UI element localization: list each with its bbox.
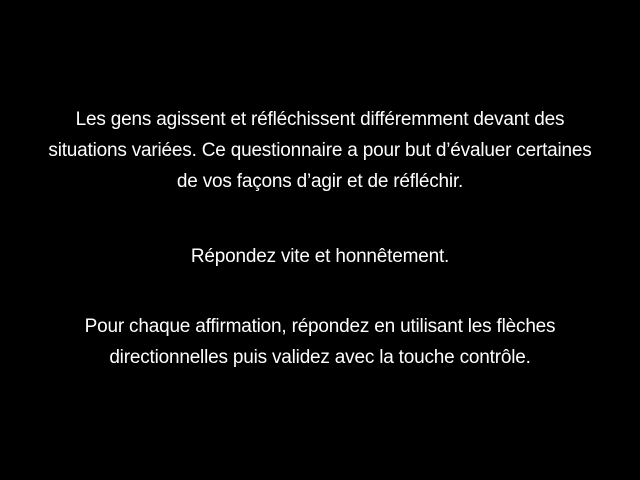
- answer-instruction-line: Répondez vite et honnêtement.: [190, 246, 450, 267]
- controls-line-2: directionnelles puis validez avec la tou…: [109, 347, 531, 368]
- intro-line-2: situations variées. Ce questionnaire a p…: [48, 140, 592, 161]
- controls-paragraph: Pour chaque affirmation, répondez en uti…: [20, 311, 620, 373]
- intro-paragraph: Les gens agissent et réfléchissent diffé…: [20, 104, 620, 197]
- controls-line-1: Pour chaque affirmation, répondez en uti…: [84, 316, 556, 337]
- intro-line-1: Les gens agissent et réfléchissent diffé…: [75, 109, 565, 130]
- answer-instruction: Répondez vite et honnêtement.: [20, 241, 620, 272]
- intro-line-3: de vos façons d’agir et de réfléchir.: [176, 171, 464, 192]
- instruction-screen: Les gens agissent et réfléchissent diffé…: [0, 0, 640, 480]
